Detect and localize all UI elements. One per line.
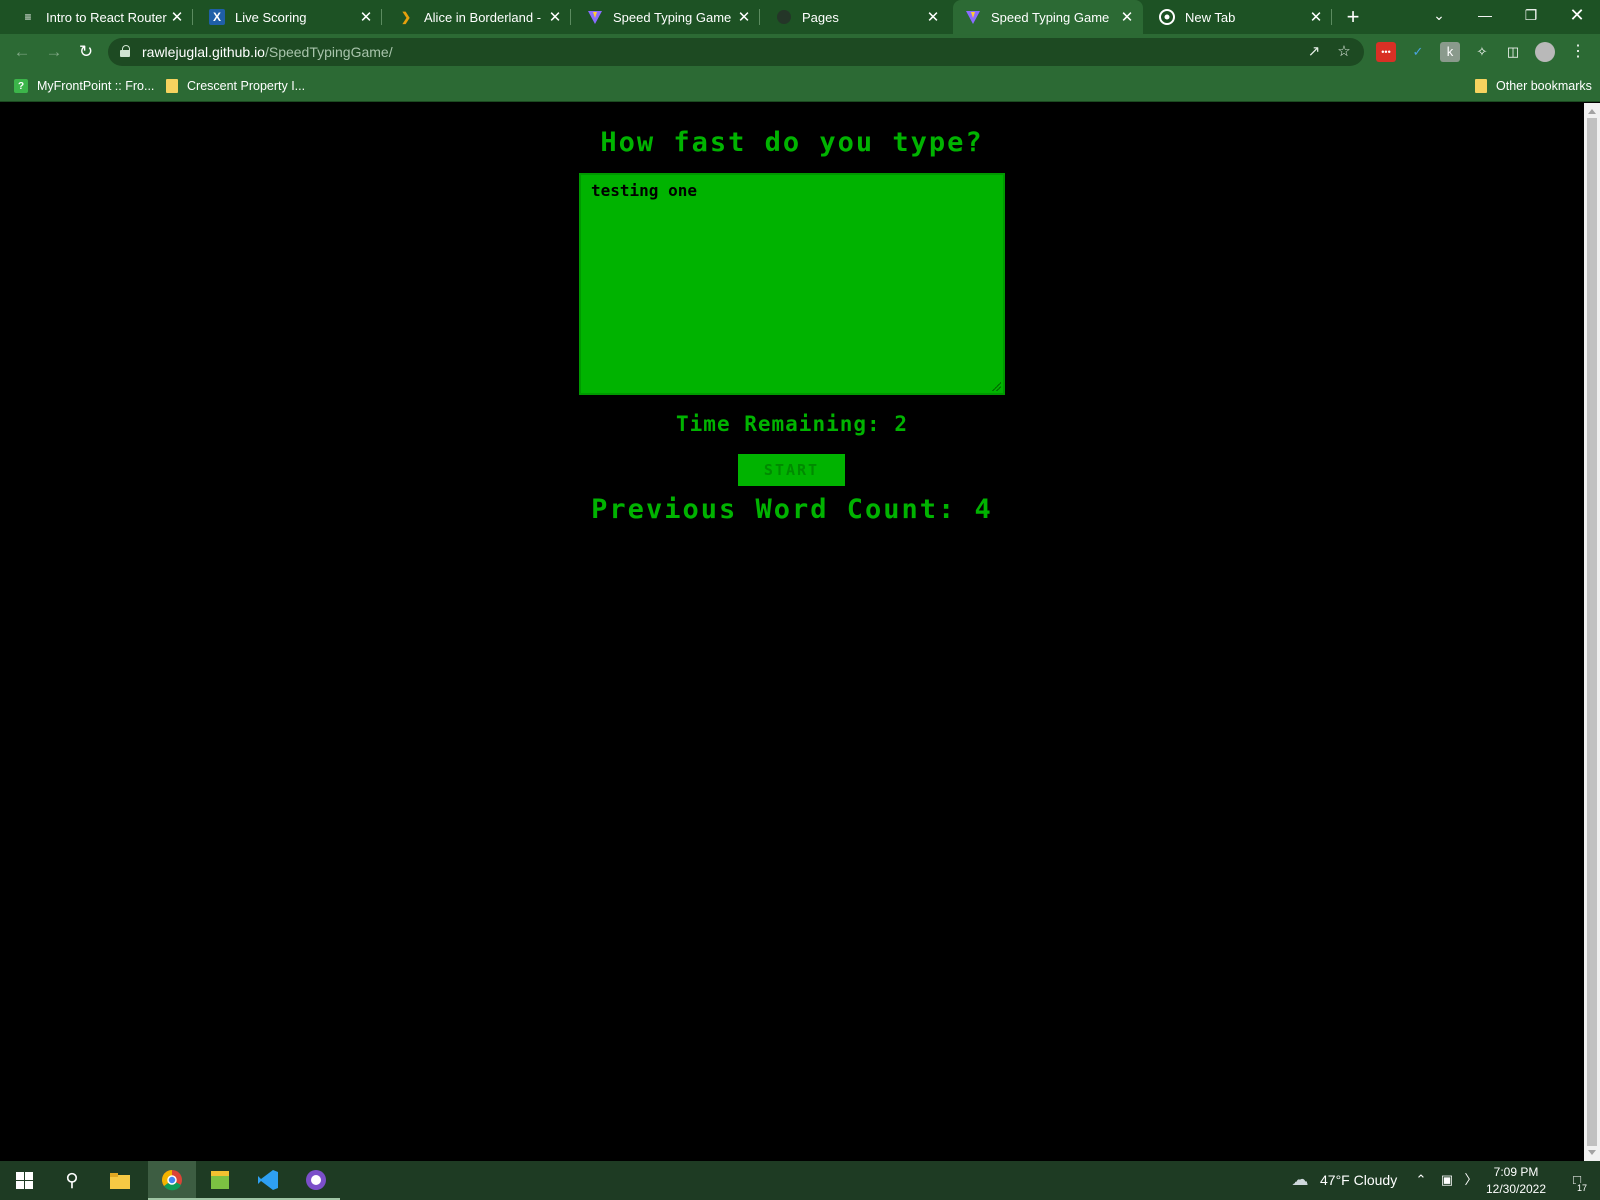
tab-title: Live Scoring [235, 9, 307, 25]
bookmark-myfrontpoint[interactable]: ? MyFrontPoint :: Fro... [14, 76, 154, 96]
start-button[interactable]: START [738, 454, 845, 486]
page-scrollbar[interactable] [1584, 103, 1600, 1161]
bookmark-label: MyFrontPoint :: Fro... [37, 79, 155, 93]
share-icon[interactable]: ↗ [1304, 42, 1324, 62]
lastpass-extension-icon[interactable]: ••• [1376, 42, 1396, 62]
tab-strip: ≡ Intro to React Router ✕ X Live Scoring… [0, 0, 1600, 34]
chevron-up-icon[interactable]: ⌃ [1412, 1171, 1430, 1189]
bookmark-label: Other bookmarks [1496, 79, 1592, 93]
menu-kebab-icon[interactable]: ⋮ [1568, 42, 1588, 62]
forward-button[interactable]: → [42, 40, 66, 64]
tab-pages[interactable]: Pages ✕ [764, 0, 949, 34]
bookmark-crescent-property[interactable]: Crescent Property I... [166, 76, 305, 96]
bookmarks-bar: ? MyFrontPoint :: Fro... Crescent Proper… [0, 70, 1600, 102]
github-desktop-icon[interactable] [292, 1161, 340, 1200]
restore-button[interactable]: ❐ [1508, 0, 1554, 30]
page-content: How fast do you type? testing one Time R… [0, 103, 1584, 1161]
url-text: rawlejuglal.github.io/SpeedTypingGame/ [142, 44, 393, 60]
address-bar[interactable]: rawlejuglal.github.io/SpeedTypingGame/ ↗… [108, 38, 1364, 66]
chrome-taskbar-icon[interactable] [148, 1161, 196, 1200]
close-icon[interactable]: ✕ [1306, 8, 1326, 26]
tab-title: Pages [802, 9, 839, 25]
close-icon[interactable]: ✕ [923, 8, 943, 26]
close-icon[interactable]: ✕ [356, 8, 376, 26]
minimize-button[interactable]: — [1462, 0, 1508, 30]
tab-title: Intro to React Router [46, 9, 167, 25]
lock-icon [120, 45, 130, 57]
clock-date: 12/30/2022 [1485, 1182, 1547, 1196]
new-tab-button[interactable]: + [1340, 5, 1366, 29]
profile-avatar[interactable] [1535, 42, 1555, 62]
notepad-app-icon[interactable] [196, 1161, 244, 1200]
scroll-up-arrow-icon[interactable] [1588, 109, 1596, 114]
time-remaining-label: Time Remaining: [676, 412, 895, 436]
time-remaining: Time Remaining: 2 [0, 412, 1584, 436]
tab-intro-react-router[interactable]: ≡ Intro to React Router ✕ [8, 0, 193, 34]
game-title: How fast do you type? [600, 127, 984, 158]
word-count-label: Previous Word Count: [591, 494, 975, 525]
extension-icon[interactable]: ✓ [1408, 42, 1428, 62]
scoring-icon: X [209, 9, 225, 25]
bookmark-star-icon[interactable]: ☆ [1334, 42, 1354, 62]
notification-count: 17 [1576, 1183, 1589, 1193]
vite-icon [965, 9, 981, 25]
close-icon[interactable]: ✕ [1117, 8, 1137, 26]
clock-time: 7:09 PM [1493, 1165, 1539, 1179]
bookmark-label: Crescent Property I... [187, 79, 306, 93]
resize-grip[interactable] [991, 381, 1001, 391]
tab-new-tab[interactable]: New Tab ✕ [1147, 0, 1332, 34]
scrollbar-thumb[interactable] [1587, 118, 1597, 1146]
folder-icon [166, 79, 178, 93]
weather-text[interactable]: 47°F Cloudy [1320, 1172, 1397, 1188]
close-icon[interactable]: ✕ [734, 8, 754, 26]
k-extension-icon[interactable]: k [1440, 42, 1460, 62]
side-panel-icon[interactable]: ◫ [1503, 42, 1523, 62]
vite-icon [587, 9, 603, 25]
tab-live-scoring[interactable]: X Live Scoring ✕ [197, 0, 382, 34]
chrome-icon [1159, 9, 1175, 25]
tab-search-button[interactable]: ⌄ [1416, 0, 1462, 30]
word-count-value: 4 [974, 494, 993, 525]
back-button[interactable]: ← [10, 40, 34, 64]
close-window-button[interactable]: ✕ [1554, 0, 1600, 30]
tab-title: Alice in Borderland - S1 [424, 9, 545, 25]
close-icon[interactable]: ✕ [545, 8, 565, 26]
cloudy-weather-icon[interactable]: ☁ [1288, 1171, 1312, 1189]
system-clock[interactable]: 7:09 PM 12/30/2022 [1478, 1164, 1554, 1198]
typing-textarea[interactable]: testing one [579, 173, 1005, 395]
network-icon[interactable]: ▣ [1438, 1171, 1456, 1189]
tab-speed-typing-game-active[interactable]: Speed Typing Game ✕ [953, 0, 1143, 34]
reload-button[interactable]: ↻ [74, 40, 98, 64]
extensions-puzzle-icon[interactable]: ✧ [1472, 42, 1492, 62]
time-remaining-value: 2 [894, 412, 908, 436]
tab-title: Speed Typing Game [991, 9, 1110, 25]
windows-taskbar: ⚲ ☁ 47°F Cloudy ⌃ ▣ 〉 7:09 PM 12/30/2022… [0, 1161, 1600, 1200]
start-button-windows[interactable] [0, 1161, 48, 1200]
tab-alice-in-borderland[interactable]: ❯ Alice in Borderland - S1 ✕ [386, 0, 571, 34]
previous-word-count: Previous Word Count: 4 [0, 494, 1584, 525]
frontpoint-icon: ? [14, 79, 28, 93]
plex-icon: ❯ [400, 10, 412, 24]
other-bookmarks[interactable]: Other bookmarks [1475, 76, 1592, 96]
search-icon[interactable]: ⚲ [48, 1161, 96, 1200]
github-icon [776, 9, 792, 25]
react-router-icon: ≡ [24, 10, 32, 24]
windows-logo-icon [15, 1172, 33, 1189]
close-icon[interactable]: ✕ [167, 8, 187, 26]
scroll-down-arrow-icon[interactable] [1588, 1150, 1596, 1155]
folder-icon [1475, 79, 1487, 93]
tab-title: New Tab [1185, 9, 1236, 25]
browser-toolbar: ← → ↻ rawlejuglal.github.io/SpeedTypingG… [0, 34, 1600, 70]
file-explorer-icon[interactable] [96, 1161, 144, 1200]
tab-speed-typing-game[interactable]: Speed Typing Game ✕ [575, 0, 760, 34]
vscode-icon[interactable] [244, 1161, 292, 1200]
tab-title: Speed Typing Game [613, 9, 732, 25]
